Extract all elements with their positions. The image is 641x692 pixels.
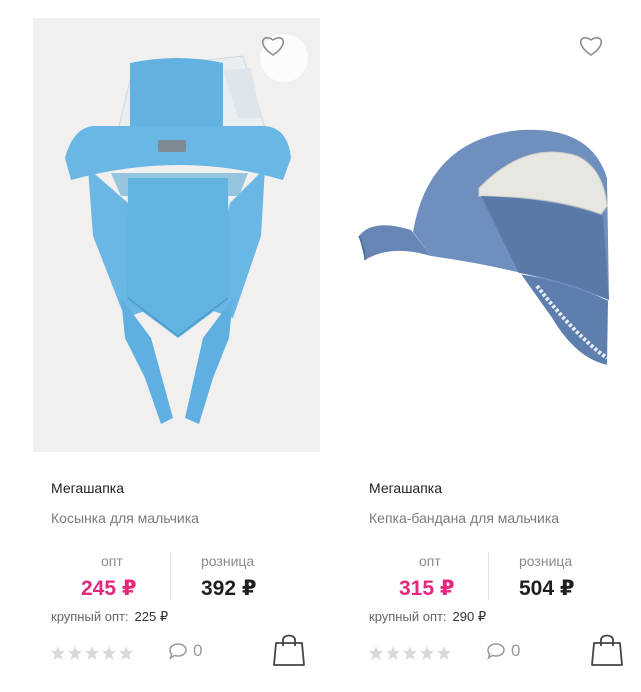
comments-link[interactable]: 0 (486, 641, 520, 661)
product-card[interactable]: Мегашапка Косынка для мальчика опт розни… (33, 0, 323, 692)
star-icon[interactable] (118, 645, 134, 661)
star-icon[interactable] (385, 645, 401, 661)
product-brand[interactable]: Мегашапка (369, 480, 442, 496)
product-brand[interactable]: Мегашапка (51, 480, 124, 496)
rating-stars[interactable] (368, 645, 452, 661)
price-divider (170, 552, 171, 600)
comments-link[interactable]: 0 (168, 641, 202, 661)
retail-price: 392 ₽ (201, 577, 257, 600)
star-icon[interactable] (436, 645, 452, 661)
bandana-picture (65, 55, 291, 424)
wholesale-price: 315 ₽ (399, 577, 455, 600)
rating-stars[interactable] (50, 645, 134, 661)
wholesale-label: опт (419, 553, 441, 569)
product-card[interactable]: Мегашапка Кепка-бандана для мальчика опт… (351, 0, 641, 692)
star-icon[interactable] (419, 645, 435, 661)
star-icon[interactable] (101, 645, 117, 661)
comment-icon (487, 643, 505, 660)
comments-count: 0 (511, 641, 521, 660)
product-name[interactable]: Кепка-бандана для мальчика (369, 510, 559, 526)
retail-label: розница (519, 553, 573, 569)
comment-icon (169, 643, 187, 660)
price-divider (488, 552, 489, 600)
comments-count: 0 (193, 641, 203, 660)
retail-price: 504 ₽ (519, 577, 575, 600)
add-to-cart-button[interactable] (590, 631, 624, 667)
star-icon[interactable] (368, 645, 384, 661)
bulk-price: 225 ₽ (134, 609, 169, 624)
bulk-price-row: крупный опт: 225 ₽ (51, 609, 168, 625)
shopping-bag-icon (591, 634, 623, 666)
price-block: опт розница 245 ₽ 392 ₽ (33, 549, 323, 605)
retail-label: розница (201, 553, 255, 569)
favorite-button[interactable] (260, 34, 308, 82)
wholesale-label: опт (101, 553, 123, 569)
product-name[interactable]: Косынка для мальчика (51, 510, 199, 526)
heart-icon (262, 37, 284, 56)
heart-icon (580, 37, 602, 56)
star-icon[interactable] (402, 645, 418, 661)
shopping-bag-icon (273, 634, 305, 666)
bulk-label: крупный опт: (369, 609, 447, 624)
favorite-button[interactable] (578, 34, 626, 82)
product-image[interactable] (351, 18, 638, 452)
add-to-cart-button[interactable] (272, 631, 306, 667)
wholesale-price: 245 ₽ (81, 577, 137, 600)
bulk-price-row: крупный опт: 290 ₽ (369, 609, 486, 625)
star-icon[interactable] (67, 645, 83, 661)
star-icon[interactable] (84, 645, 100, 661)
bulk-label: крупный опт: (51, 609, 129, 624)
star-icon[interactable] (50, 645, 66, 661)
price-block: опт розница 315 ₽ 504 ₽ (351, 549, 641, 605)
bulk-price: 290 ₽ (452, 609, 487, 624)
cap-picture (358, 129, 611, 368)
product-image[interactable] (33, 18, 320, 452)
